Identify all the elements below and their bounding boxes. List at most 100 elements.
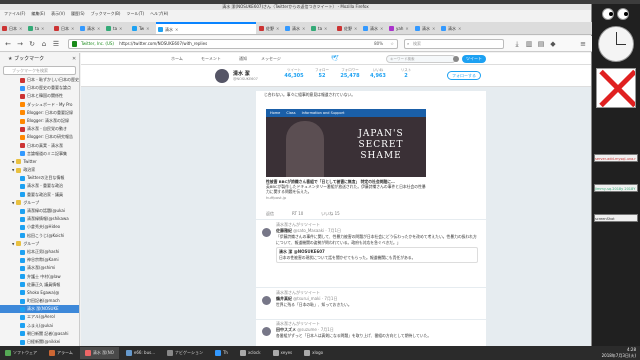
tweet-author[interactable]: 佐藤雅紀 xyxy=(276,228,292,233)
home-icon[interactable]: ⌂ xyxy=(39,39,49,49)
tweet-avatar[interactable] xyxy=(262,327,271,336)
close-tab-icon[interactable]: ✕ xyxy=(146,22,149,34)
bookmark-item[interactable]: 清水潔 - 重要な政治 xyxy=(0,182,79,190)
search-input[interactable]: ⌕ 検索 xyxy=(404,39,504,49)
sidebar-icon[interactable]: ▤ xyxy=(536,39,546,49)
bookmark-folder[interactable]: ▼ グループ xyxy=(0,240,79,248)
close-tab-icon[interactable]: ✕ xyxy=(276,22,279,34)
reply-icon[interactable]: 返信 xyxy=(266,211,274,217)
nav-notifications[interactable]: 通知 xyxy=(239,53,247,65)
expand-arrow-icon[interactable]: ▼ xyxy=(12,166,14,174)
tweet-item[interactable]: 清水潔さんがリツイート 佐藤雅紀 @sato_Masaaki · 7月1日 「伊… xyxy=(262,222,478,284)
tweet-avatar[interactable] xyxy=(262,228,271,237)
tab[interactable]: 清水 ✕ xyxy=(283,22,308,34)
expand-arrow-icon[interactable]: ▼ xyxy=(12,199,14,207)
close-tab-icon[interactable]: ✕ xyxy=(175,24,178,34)
like-icon[interactable]: いいね 15 xyxy=(321,211,339,217)
back-arrow-icon[interactable]: ← xyxy=(3,39,13,49)
twitter-search-input[interactable]: キーワード検索 xyxy=(386,55,456,63)
panel-item[interactable]: server-add-mysql-una.r xyxy=(594,154,638,162)
bookmark-item[interactable]: エアル(@Aerol xyxy=(0,313,79,321)
close-tab-icon[interactable]: ✕ xyxy=(71,22,74,34)
tweet-button[interactable]: ツイート xyxy=(462,55,486,63)
download-icon[interactable]: ⤓ xyxy=(512,39,522,49)
bookmark-item[interactable]: 重要な政治家 - 議員 xyxy=(0,191,79,199)
taskbar-item[interactable]: xeyes xyxy=(268,347,298,359)
library-icon[interactable]: ▥ xyxy=(524,39,534,49)
close-tab-icon[interactable]: ✕ xyxy=(97,22,100,34)
twitter-bird-icon[interactable]: 🕊 xyxy=(331,53,339,65)
tab[interactable]: 清水 ✕ xyxy=(413,22,438,34)
follow-button[interactable]: フォローする xyxy=(447,71,481,80)
taskbar-item[interactable]: 清水 潔(NO xyxy=(79,347,119,359)
bookmark-item[interactable]: 清水潔(@shimi xyxy=(0,264,79,272)
tweet-author[interactable]: 田中スズメ xyxy=(276,327,296,332)
profile-stat[interactable]: フォロワー 25,478 xyxy=(337,68,363,79)
profile-stat[interactable]: ツイート 46,305 xyxy=(281,68,307,79)
tweet-avatar[interactable] xyxy=(262,296,271,305)
bookmark-item[interactable]: 言論報道のミニ記事集 xyxy=(0,150,79,158)
tab[interactable]: 清水 ✕ xyxy=(78,22,103,34)
bookmark-item[interactable]: 日本と韓国の関係性 xyxy=(0,92,79,100)
taskbar-item[interactable]: アラーム xyxy=(44,347,78,359)
user-avatar-icon[interactable] xyxy=(453,56,459,62)
bookmark-item[interactable]: Twitterの注目な情報 xyxy=(0,174,79,182)
tab[interactable]: yah ✕ xyxy=(387,22,412,34)
menu-edit[interactable]: 編集(E) xyxy=(31,10,45,18)
menu-view[interactable]: 表示(V) xyxy=(51,10,65,18)
bookmark-item[interactable]: 小倉秀夫(@Hideo xyxy=(0,223,79,231)
expand-arrow-icon[interactable]: ▼ xyxy=(12,158,14,166)
bookmark-item[interactable]: 清潔緑の話題(@ukai xyxy=(0,207,79,215)
close-tab-icon[interactable]: ✕ xyxy=(19,22,22,34)
profile-avatar[interactable] xyxy=(215,69,229,83)
close-tab-icon[interactable]: ✕ xyxy=(354,22,357,34)
close-tab-icon[interactable]: ✕ xyxy=(324,22,327,34)
bookmark-item[interactable]: 日本の真実 - 清水潔 xyxy=(0,142,79,150)
bookmark-item[interactable]: 日経新聞(@nikkei xyxy=(0,338,79,346)
taskbar-item[interactable]: ソフトウェア xyxy=(0,347,42,359)
taskbar-item[interactable]: e66: bus... xyxy=(121,347,160,359)
tab[interactable]: 佐野 ✕ xyxy=(335,22,360,34)
menu-history[interactable]: 履歴(S) xyxy=(71,10,85,18)
panel-item[interactable]: Jimmy-sq.2018y 2018Y xyxy=(594,184,638,192)
tab[interactable]: ta ✕ xyxy=(26,22,51,34)
forward-arrow-icon[interactable]: → xyxy=(15,39,25,49)
nav-moments[interactable]: モーメント xyxy=(201,53,221,65)
tab[interactable]: ta ✕ xyxy=(309,22,334,34)
tab[interactable]: 日本 ✕ xyxy=(52,22,77,34)
nav-messages[interactable]: メッセージ xyxy=(261,53,281,65)
taskbar-item[interactable]: ナビゲーション xyxy=(162,347,208,359)
bookmark-sidebar-icon[interactable]: ☰ xyxy=(51,39,61,49)
tab[interactable]: 佐野 ✕ xyxy=(257,22,282,34)
bookmark-item[interactable]: 佐藤正久 議員情報 xyxy=(0,281,79,289)
star-icon[interactable]: ☆ xyxy=(390,40,394,48)
close-tab-icon[interactable]: ✕ xyxy=(380,22,383,34)
bookmark-item[interactable]: 清水潔 - 自民党の動き xyxy=(0,125,79,133)
menu-bookmarks[interactable]: ブックマーク(B) xyxy=(91,10,121,18)
taskbar-item[interactable]: xlogo xyxy=(299,347,328,359)
panel-item[interactable]: screenShot xyxy=(594,214,638,222)
bookmark-item[interactable]: 町田記者(@mach xyxy=(0,297,79,305)
retweet-icon[interactable]: RT 10 xyxy=(292,211,303,217)
menu-tools[interactable]: ツール(T) xyxy=(126,10,144,18)
tab[interactable]: 清水 ✕ xyxy=(439,22,464,34)
bookmark-item[interactable]: ふまえ(@ukai xyxy=(0,322,79,330)
bookmark-item[interactable]: 神谷宗幣(@Kami xyxy=(0,256,79,264)
tab[interactable]: 清水 ✕ xyxy=(156,22,256,34)
bookmark-item[interactable]: 日本 - 恥ずかしい日本の歴史 xyxy=(0,76,79,84)
tab[interactable]: ta ✕ xyxy=(104,22,129,34)
close-tab-icon[interactable]: ✕ xyxy=(119,22,122,34)
profile-stat[interactable]: いいね 4,963 xyxy=(365,68,391,79)
bookmark-item[interactable]: 松田こうじ(@Koichi xyxy=(0,232,79,240)
bookmark-item[interactable]: Blogger: 日本の重要記録 xyxy=(0,109,79,117)
tab[interactable]: 日本 ✕ xyxy=(0,22,25,34)
bookmark-item[interactable]: 弁護士 中村(@law xyxy=(0,273,79,281)
close-tab-icon[interactable]: ✕ xyxy=(302,22,305,34)
close-tab-icon[interactable]: ✕ xyxy=(432,22,435,34)
tab[interactable]: 清水 ✕ xyxy=(361,22,386,34)
bookmark-item[interactable]: 日本の歴史の重要な論点 xyxy=(0,84,79,92)
link-card[interactable]: Home Class Information and Support JAPAN… xyxy=(266,99,426,209)
close-tab-icon[interactable]: ✕ xyxy=(458,22,461,34)
zoom-level[interactable]: 80% xyxy=(374,40,383,48)
menu-file[interactable]: ファイル(F) xyxy=(4,10,25,18)
